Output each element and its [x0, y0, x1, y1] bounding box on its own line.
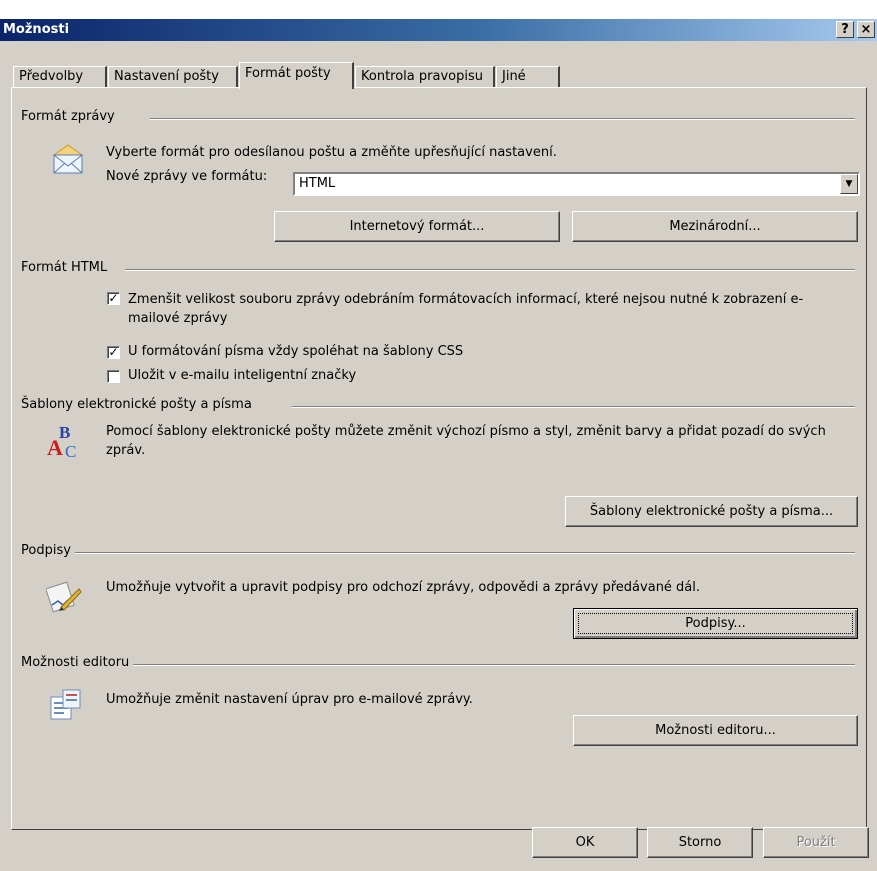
group-divider [150, 118, 855, 120]
stationery-group-label: Šablony elektronické pošty a písma [21, 397, 256, 412]
compose-format-value: HTML [299, 176, 336, 191]
svg-text:C: C [65, 442, 76, 459]
tab-other[interactable]: Jiné [496, 66, 560, 87]
help-button[interactable]: ? [836, 21, 854, 38]
message-format-description: Vyberte formát pro odesílanou poštu a zm… [106, 145, 557, 160]
svg-text:A: A [47, 435, 63, 459]
group-divider [125, 269, 855, 271]
signature-pen-icon [46, 581, 82, 613]
editor-document-icon [50, 689, 81, 720]
editor-options-description: Umožňuje změnit nastavení úprav pro e-ma… [106, 692, 473, 707]
group-divider [72, 552, 855, 554]
close-button[interactable]: × [857, 21, 875, 38]
tab-mail-setup[interactable]: Nastavení pošty [108, 66, 238, 87]
envelope-icon [52, 144, 84, 174]
css-fonts-label: U formátování písma vždy spoléhat na šab… [128, 344, 464, 359]
ok-button[interactable]: OK [532, 827, 638, 858]
group-divider [292, 406, 855, 408]
html-format-group-label: Formát HTML [21, 260, 112, 275]
signatures-group-label: Podpisy [21, 543, 75, 558]
smart-tags-label: Uložit v e-mailu inteligentní značky [128, 368, 357, 383]
reduce-size-checkbox[interactable]: ✓ [107, 292, 120, 305]
chevron-down-icon[interactable]: ▼ [840, 174, 858, 194]
group-divider [124, 664, 855, 666]
internet-format-button[interactable]: Internetový formát... [274, 211, 560, 242]
apply-button[interactable]: Použít [763, 827, 869, 858]
tab-spelling[interactable]: Kontrola pravopisu [355, 66, 495, 87]
stationery-description: Pomocí šablony elektronické pošty můžete… [106, 424, 826, 458]
message-format-group-label: Formát zprávy [21, 109, 119, 124]
fonts-icon: B A C [47, 423, 76, 459]
tab-mail-format[interactable]: Formát pošty [239, 62, 354, 89]
cancel-button[interactable]: Storno [647, 827, 753, 858]
tab-preferences[interactable]: Předvolby [13, 66, 107, 87]
reduce-size-label: Zmenšit velikost souboru zprávy odebrání… [128, 292, 804, 326]
compose-format-label: Nové zprávy ve formátu: [106, 169, 268, 184]
signatures-description: Umožňuje vytvořit a upravit podpisy pro … [106, 580, 701, 595]
editor-options-group-label: Možnosti editoru [21, 655, 134, 670]
editor-options-button[interactable]: Možnosti editoru... [573, 715, 858, 746]
stationery-fonts-button[interactable]: Šablony elektronické pošty a písma... [565, 496, 858, 527]
signatures-button-label: Podpisy... [685, 616, 746, 631]
window-title: Možnosti [3, 22, 70, 37]
signatures-button[interactable]: Podpisy... [573, 608, 858, 639]
title-bar: Možnosti ? × [0, 19, 877, 41]
options-dialog: Možnosti ? × Předvolby Nastavení pošty F… [0, 19, 877, 871]
international-options-button[interactable]: Mezinárodní... [572, 211, 858, 242]
smart-tags-checkbox[interactable] [107, 370, 120, 383]
css-fonts-checkbox[interactable]: ✓ [107, 346, 120, 359]
compose-format-select[interactable]: HTML ▼ [293, 172, 860, 196]
